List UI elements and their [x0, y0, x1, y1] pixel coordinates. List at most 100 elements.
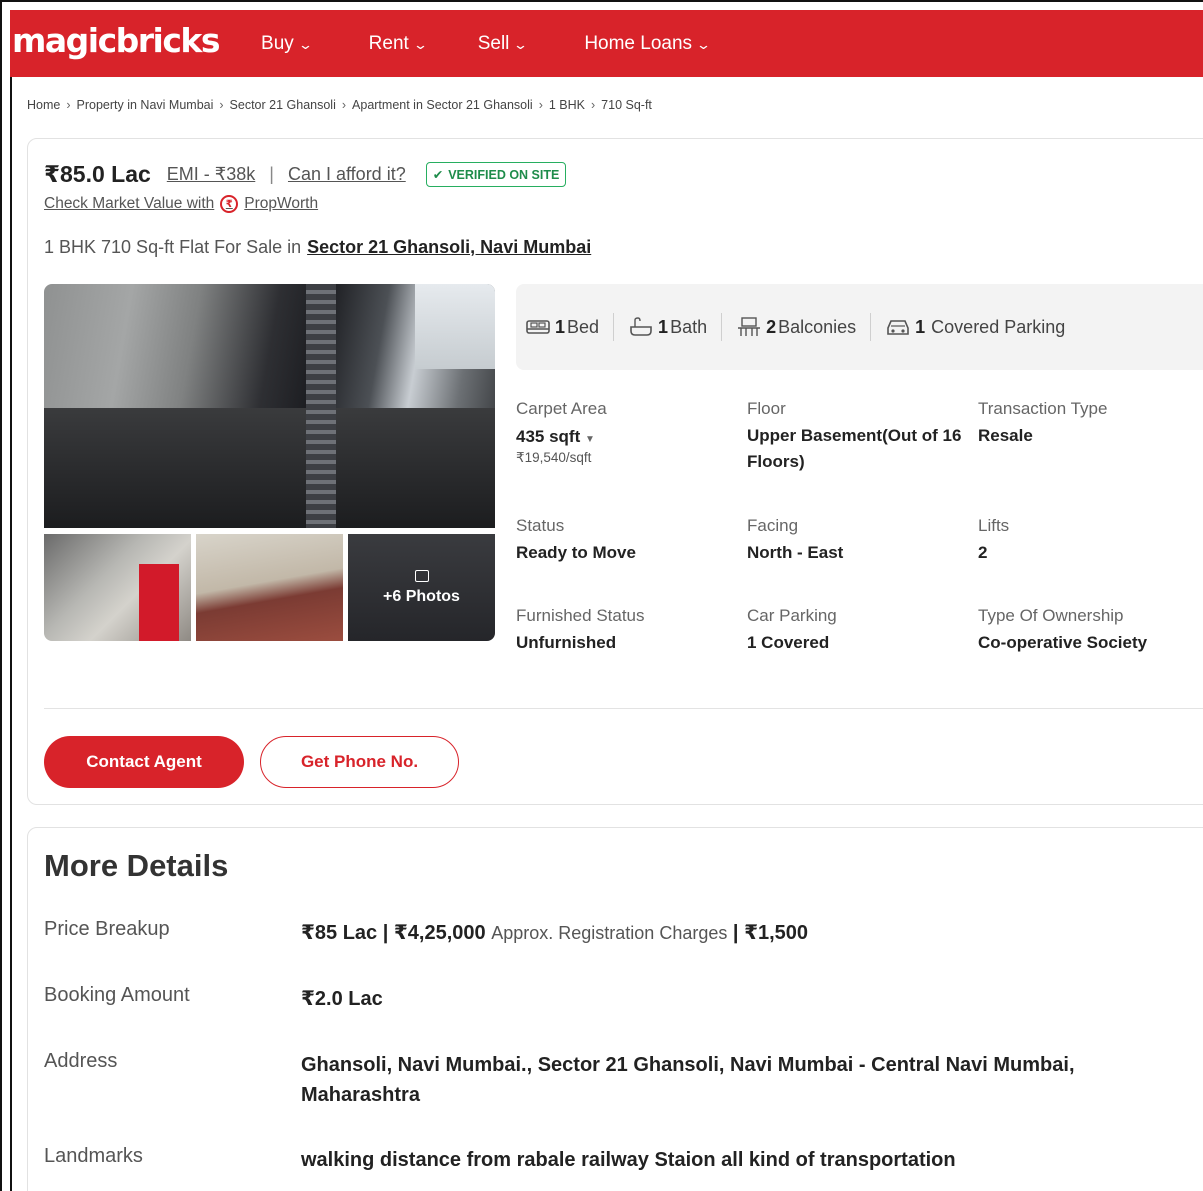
landmarks-label: Landmarks — [44, 1145, 143, 1167]
verified-label: VERIFIED ON SITE — [448, 167, 560, 182]
breadcrumb-separator: › — [66, 98, 71, 112]
photo-stool-detail — [139, 564, 179, 641]
location-link[interactable]: Sector 21 Ghansoli, Navi Mumbai — [307, 237, 591, 257]
furnished-value: Unfurnished — [516, 633, 617, 652]
nav-buy[interactable]: Buy ⌄ — [261, 32, 313, 55]
get-phone-button[interactable]: Get Phone No. — [260, 736, 459, 788]
amenities-strip: 1 Bed 1 Bath 2 Balconies 1 Covered Parki… — [516, 284, 1203, 370]
verified-badge: ✔ VERIFIED ON SITE — [425, 162, 567, 187]
contact-agent-button[interactable]: Contact Agent — [44, 736, 244, 788]
nav-sell-label: Sell — [477, 32, 510, 54]
balcony-count: 2 — [766, 316, 777, 337]
left-border — [10, 77, 12, 1191]
photo-window-detail — [415, 284, 495, 369]
breadcrumb-separator: › — [341, 98, 347, 112]
afford-link[interactable]: Can I afford it? — [288, 164, 406, 185]
chevron-down-icon: ⌄ — [412, 36, 428, 52]
car-parking-label: Car Parking — [747, 606, 837, 625]
headline-text: 1 BHK 710 Sq-ft Flat For Sale in — [44, 237, 302, 257]
address-value: Ghansoli, Navi Mumbai., Sector 21 Ghanso… — [301, 1054, 1075, 1106]
top-navbar: magicbricks Buy ⌄ Rent ⌄ Sell ⌄ Home Loa… — [10, 10, 1203, 77]
divider-pipe: | — [269, 164, 274, 184]
balcony-icon — [738, 317, 761, 336]
nav-rent-label: Rent — [368, 32, 409, 54]
address-label: Address — [44, 1050, 118, 1072]
summary-transaction: Transaction Type Resale — [978, 399, 1203, 449]
summary-lifts: Lifts 2 — [978, 516, 1203, 566]
bath-label: Bath — [670, 316, 708, 337]
summary-status: Status Ready to Move — [516, 516, 741, 566]
check-market-value-link[interactable]: Check Market Value with ₹ PropWorth — [44, 195, 318, 213]
gallery-icon — [414, 569, 429, 582]
breadcrumb: Home › Property in Navi Mumbai › Sector 21… — [27, 98, 652, 112]
breadcrumb-apartment[interactable]: Apartment in Sector 21 Ghansoli — [352, 98, 533, 112]
more-photos-thumbnail[interactable]: +6 Photos — [348, 534, 495, 641]
ownership-label: Type Of Ownership — [978, 606, 1124, 625]
breadcrumb-separator: › — [591, 98, 596, 112]
booking-amount-row: Booking Amount ₹2.0 Lac — [44, 984, 1203, 1014]
floor-value: Upper Basement(Out of 16 Floors) — [747, 426, 962, 471]
price-per-sqft: ₹19,540/sqft — [516, 450, 592, 465]
registration-amount: | ₹1,500 — [732, 922, 809, 944]
amenity-separator — [721, 313, 723, 341]
nav-home-loans[interactable]: Home Loans ⌄ — [584, 33, 712, 55]
car-icon — [887, 320, 909, 335]
price-breakup-value: ₹85 Lac | ₹4,25,000 Approx. Registration… — [301, 918, 808, 948]
amenity-parking: 1 Covered Parking — [885, 316, 1079, 338]
bath-icon — [630, 317, 652, 336]
summary-furnished: Furnished Status Unfurnished — [516, 606, 741, 656]
price-breakup-amount: ₹85 Lac | ₹4,25,000 — [301, 922, 486, 944]
section-divider — [44, 708, 1203, 709]
photo-door-detail — [306, 284, 336, 528]
nav-buy-label: Buy — [261, 32, 294, 54]
summary-car-parking: Car Parking 1 Covered — [747, 606, 972, 656]
price: ₹85.0 Lac — [44, 161, 151, 187]
magicbricks-logo[interactable]: magicbricks — [12, 21, 221, 60]
emi-link[interactable]: EMI - ₹38k — [167, 164, 255, 185]
propworth-icon: ₹ — [220, 195, 239, 213]
lifts-label: Lifts — [978, 516, 1010, 535]
status-label: Status — [516, 516, 565, 535]
nav-rent[interactable]: Rent ⌄ — [368, 32, 428, 55]
address-row: Address Ghansoli, Navi Mumbai., Sector 2… — [44, 1050, 1203, 1110]
breadcrumb-bhk[interactable]: 1 BHK — [549, 98, 585, 112]
caret-down-icon: ▼ — [584, 434, 595, 445]
check-market-label: Check Market Value with — [44, 195, 215, 212]
facing-value: North - East — [747, 543, 844, 562]
booking-amount-label: Booking Amount — [44, 984, 190, 1006]
breadcrumb-separator: › — [219, 98, 224, 112]
bed-icon — [526, 320, 550, 334]
breadcrumb-size: 710 Sq-ft — [601, 98, 652, 112]
landmarks-row: Landmarks walking distance from rabale r… — [44, 1145, 1203, 1175]
bed-count: 1 — [555, 316, 566, 337]
breadcrumb-locality[interactable]: Sector 21 Ghansoli — [230, 98, 336, 112]
breadcrumb-city[interactable]: Property in Navi Mumbai — [77, 98, 214, 112]
photo-wall-detail — [44, 408, 495, 528]
summary-floor: Floor Upper Basement(Out of 16 Floors) — [747, 399, 972, 475]
breadcrumb-home[interactable]: Home — [27, 98, 60, 112]
price-row: ₹85.0 Lac EMI - ₹38k | Can I afford it? … — [44, 161, 567, 188]
carpet-area-value[interactable]: 435 sqft ▼ — [516, 427, 741, 450]
check-icon: ✔ — [432, 168, 444, 182]
summary-facing: Facing North - East — [747, 516, 972, 566]
page-frame: magicbricks Buy ⌄ Rent ⌄ Sell ⌄ Home Loa… — [0, 0, 1203, 1191]
photo-thumbnail[interactable] — [44, 534, 191, 641]
car-parking-value: 1 Covered — [747, 633, 830, 652]
transaction-label: Transaction Type — [978, 399, 1108, 418]
transaction-value: Resale — [978, 426, 1033, 445]
chevron-down-icon: ⌄ — [695, 36, 712, 52]
more-details-title: More Details — [44, 848, 229, 883]
nav-sell[interactable]: Sell ⌄ — [477, 32, 529, 55]
carpet-area-label: Carpet Area — [516, 399, 607, 418]
bath-count: 1 — [658, 316, 669, 337]
photo-thumbnail[interactable] — [196, 534, 343, 641]
booking-amount-value: ₹2.0 Lac — [301, 988, 383, 1010]
listing-headline: 1 BHK 710 Sq-ft Flat For Sale in Sector 2… — [44, 237, 591, 258]
main-photo[interactable] — [44, 284, 495, 528]
listing-card: ₹85.0 Lac EMI - ₹38k | Can I afford it? … — [27, 138, 1203, 805]
lifts-value: 2 — [978, 543, 988, 562]
parking-label: Covered Parking — [931, 316, 1066, 337]
registration-note: Approx. Registration Charges — [491, 923, 728, 943]
summary-ownership: Type Of Ownership Co-operative Society — [978, 606, 1203, 656]
facing-label: Facing — [747, 516, 799, 535]
